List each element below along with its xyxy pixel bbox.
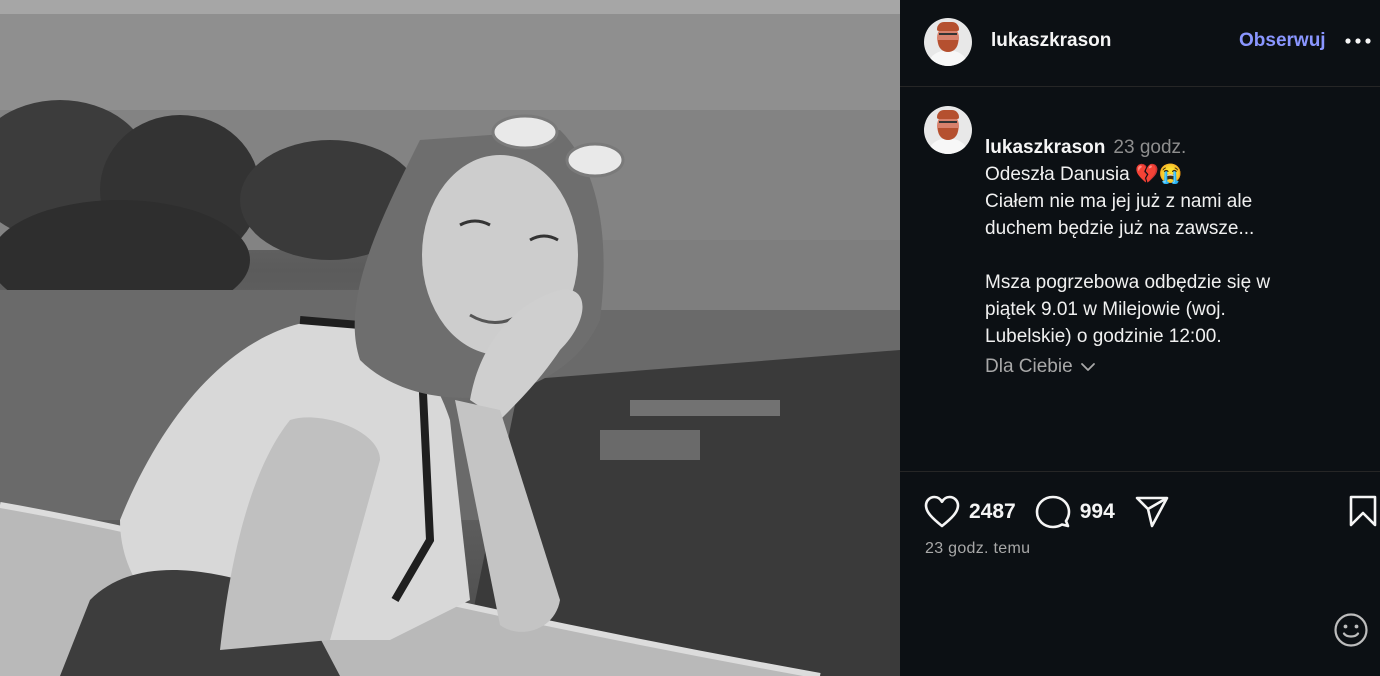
- actions-divider: [900, 471, 1380, 472]
- bookmark-icon: [1349, 495, 1377, 527]
- post-viewer: lukaszkrason Obserwuj lukaszkrason 23 god…: [0, 0, 1380, 676]
- share-icon: [1135, 496, 1169, 528]
- chevron-down-icon: [1080, 363, 1095, 371]
- comment-icon: [1035, 495, 1071, 529]
- caption-author-username[interactable]: lukaszkrason: [985, 137, 1105, 158]
- emoji-button[interactable]: [1333, 612, 1369, 653]
- like-button[interactable]: 2487: [924, 495, 1016, 529]
- caption-first-line: Odeszła Danusia 💔😭: [985, 164, 1183, 185]
- author-username[interactable]: lukaszkrason: [991, 30, 1111, 52]
- photo-scene: [0, 0, 900, 676]
- post-header: lukaszkrason Obserwuj: [900, 0, 1380, 87]
- for-you-dropdown[interactable]: Dla Ciebie: [985, 356, 1097, 378]
- heart-icon: [924, 495, 960, 528]
- save-button[interactable]: [1348, 494, 1378, 533]
- post-caption: lukaszkrason 23 godz. Odeszła Danusia 💔😭 …: [985, 107, 1365, 350]
- share-button[interactable]: [1134, 495, 1170, 529]
- follow-button[interactable]: Obserwuj: [1239, 30, 1326, 52]
- post-photo[interactable]: [0, 0, 900, 676]
- emoji-icon: [1334, 613, 1368, 647]
- likes-count[interactable]: 2487: [969, 500, 1016, 524]
- post-time[interactable]: 23 godz.: [1113, 137, 1186, 158]
- comment-button[interactable]: 994: [1035, 494, 1115, 530]
- post-timestamp[interactable]: 23 godz. temu: [925, 540, 1030, 558]
- more-icon[interactable]: [1343, 26, 1373, 56]
- post-sidebar: lukaszkrason Obserwuj lukaszkrason 23 god…: [900, 0, 1380, 676]
- post-actions: 2487 994: [924, 494, 1170, 530]
- comments-count[interactable]: 994: [1080, 500, 1115, 524]
- author-avatar[interactable]: [924, 18, 972, 66]
- for-you-label: Dla Ciebie: [985, 356, 1073, 377]
- caption-text: Ciałem nie ma jej już z nami ale duchem …: [985, 191, 1271, 347]
- caption-author-avatar[interactable]: [924, 106, 972, 154]
